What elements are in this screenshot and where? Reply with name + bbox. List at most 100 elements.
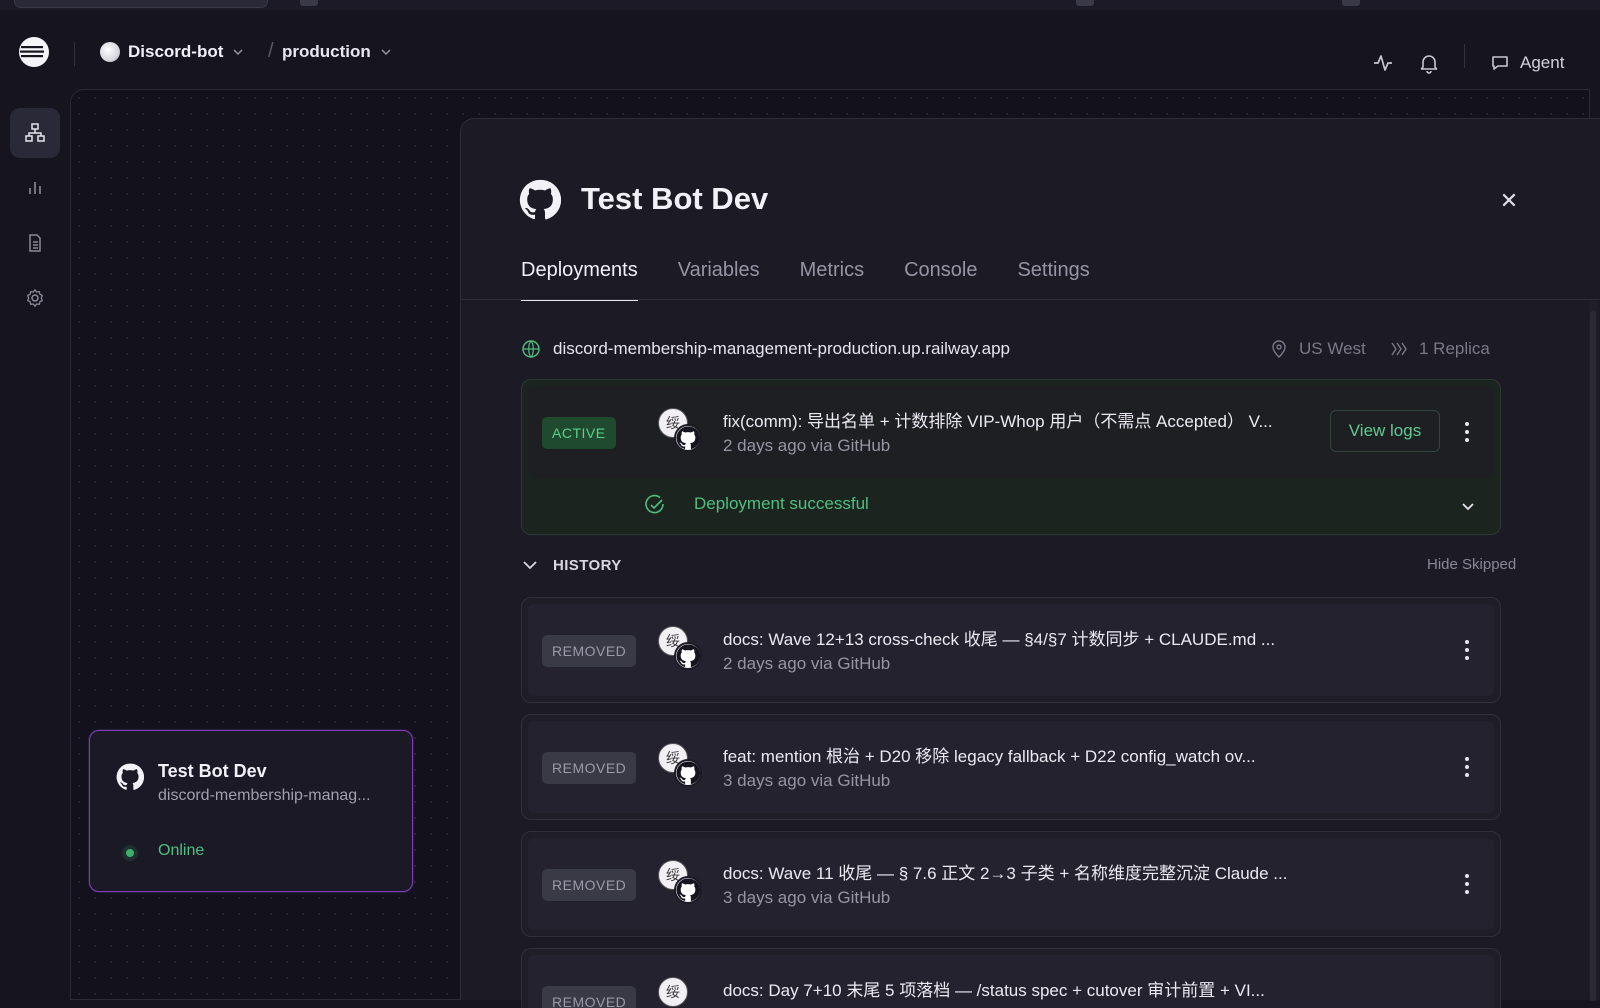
panel-tabs: Deployments Variables Metrics Console Se… xyxy=(521,253,1090,301)
tab-settings[interactable]: Settings xyxy=(1017,253,1089,301)
more-options-icon[interactable] xyxy=(1457,420,1477,444)
top-header: Discord-bot / production Agent xyxy=(0,12,1600,92)
scrollbar-thumb[interactable] xyxy=(1590,311,1596,1001)
tabs-divider xyxy=(461,299,1600,300)
author-avatar: 绥 xyxy=(658,860,704,906)
user-avatar: 绥 xyxy=(658,977,688,1007)
commit-message: docs: Wave 12+13 cross-check 收尾 — §4/§7 … xyxy=(723,630,1276,649)
close-icon[interactable]: ✕ xyxy=(1497,189,1521,213)
github-icon xyxy=(116,763,144,790)
rail-settings[interactable] xyxy=(10,273,60,323)
more-options-icon[interactable] xyxy=(1457,872,1477,896)
chevron-down-icon xyxy=(233,49,243,56)
active-badge: ACTIVE xyxy=(542,417,616,449)
railway-logo-icon[interactable] xyxy=(18,36,50,68)
github-icon xyxy=(519,179,561,220)
deployment-status-row[interactable]: Deployment successful xyxy=(528,484,1494,528)
bar-chart-icon xyxy=(29,182,41,194)
agent-label: Agent xyxy=(1520,53,1565,72)
history-deployment-card[interactable]: REMOVED 绥 feat: mention 根治 + D20 移除 lega… xyxy=(521,714,1501,820)
service-status: Online xyxy=(158,842,205,859)
tab-deployments[interactable]: Deployments xyxy=(521,253,638,301)
commit-message: feat: mention 根治 + D20 移除 legacy fallbac… xyxy=(723,747,1256,766)
github-avatar-icon xyxy=(674,642,702,670)
chevron-down-icon xyxy=(381,49,391,56)
history-label: HISTORY xyxy=(553,556,622,574)
removed-badge: REMOVED xyxy=(542,635,637,667)
rail-metrics[interactable] xyxy=(10,163,60,213)
replica-label: 1 Replica xyxy=(1419,339,1490,358)
active-deployment-card[interactable]: ACTIVE 绥 fix(comm): 导出名单 + 计数排除 VIP-Whop… xyxy=(521,379,1501,535)
architecture-icon xyxy=(25,123,45,142)
commit-meta: 2 days ago via GitHub xyxy=(723,436,891,455)
commit-message: docs: Day 7+10 末尾 5 项落档 — /status spec +… xyxy=(723,981,1265,1000)
tab-console[interactable]: Console xyxy=(904,253,977,301)
commit-message: docs: Wave 11 收尾 — § 7.6 正文 2→3 子类 + 名称维… xyxy=(723,864,1288,883)
panel-title: Test Bot Dev xyxy=(581,181,769,216)
bell-icon[interactable] xyxy=(1418,52,1440,74)
tab-icon xyxy=(1076,0,1094,6)
service-title: Test Bot Dev xyxy=(158,761,267,781)
removed-badge: REMOVED xyxy=(542,752,637,784)
author-avatar: 绥 xyxy=(658,408,704,454)
breadcrumb-separator: / xyxy=(268,40,274,62)
browser-tab[interactable] xyxy=(14,0,268,8)
commit-meta: 3 days ago via GitHub xyxy=(723,888,891,907)
tab-metrics[interactable]: Metrics xyxy=(800,253,864,301)
region-info: US West xyxy=(1269,337,1366,361)
tab-icon xyxy=(1342,0,1360,6)
project-name: Discord-bot xyxy=(128,42,224,61)
history-deployment-card[interactable]: REMOVED 绥 docs: Wave 12+13 cross-check 收… xyxy=(521,597,1501,703)
view-logs-button[interactable]: View logs xyxy=(1330,410,1440,452)
tab-variables[interactable]: Variables xyxy=(678,253,760,301)
service-url-link[interactable]: discord-membership-management-production… xyxy=(553,339,1010,359)
history-deployment-card[interactable]: 绥 REMOVED docs: Day 7+10 末尾 5 项落档 — /sta… xyxy=(521,948,1501,1008)
left-rail xyxy=(0,100,70,1000)
removed-badge: REMOVED xyxy=(542,986,637,1008)
github-avatar-icon xyxy=(674,876,702,904)
author-avatar: 绥 xyxy=(658,743,704,789)
commit-meta: 3 days ago via GitHub xyxy=(723,771,891,790)
chevron-down-icon xyxy=(523,561,537,570)
chevron-down-icon[interactable] xyxy=(1460,498,1476,514)
activity-icon[interactable] xyxy=(1372,52,1394,74)
agent-button[interactable]: Agent xyxy=(1490,48,1564,78)
commit-meta: 2 days ago via GitHub xyxy=(723,654,891,673)
service-url-row: discord-membership-management-production… xyxy=(521,337,1010,361)
location-pin-icon xyxy=(1272,340,1286,358)
more-options-icon[interactable] xyxy=(1457,755,1477,779)
replica-info: 1 Replica xyxy=(1389,337,1490,361)
environment-name: production xyxy=(282,42,371,61)
status-dot xyxy=(126,849,134,857)
header-divider xyxy=(1464,44,1465,68)
service-detail-panel: Test Bot Dev ✕ Deployments Variables Met… xyxy=(460,118,1600,1008)
project-icon xyxy=(100,42,120,62)
rail-logs[interactable] xyxy=(10,218,60,268)
hide-skipped-toggle[interactable]: Hide Skipped xyxy=(1427,556,1516,573)
github-avatar-icon xyxy=(674,424,702,452)
gear-icon xyxy=(27,289,43,307)
check-circle-icon xyxy=(645,494,664,514)
history-toggle[interactable]: HISTORY xyxy=(521,553,622,577)
service-subtitle: discord-membership-manag... xyxy=(158,787,371,804)
window-top-strip xyxy=(0,0,1600,10)
globe-icon xyxy=(522,340,540,358)
github-avatar-icon xyxy=(674,759,702,787)
panel-scrollbar[interactable] xyxy=(1589,301,1597,1001)
project-selector[interactable]: Discord-bot xyxy=(100,38,245,66)
history-deployment-card[interactable]: REMOVED 绥 docs: Wave 11 收尾 — § 7.6 正文 2→… xyxy=(521,831,1501,937)
commit-message: fix(comm): 导出名单 + 计数排除 VIP-Whop 用户（不需点 A… xyxy=(723,412,1273,431)
tab-icon xyxy=(300,0,318,6)
deployment-status: Deployment successful xyxy=(694,494,869,513)
service-card[interactable]: Test Bot Dev discord-membership-manag...… xyxy=(89,730,413,892)
author-avatar: 绥 xyxy=(658,626,704,672)
region-label: US West xyxy=(1299,339,1366,358)
document-icon xyxy=(29,234,41,252)
chat-icon xyxy=(1492,56,1508,70)
environment-selector[interactable]: production xyxy=(282,38,393,66)
removed-badge: REMOVED xyxy=(542,869,637,901)
replicas-icon xyxy=(1391,342,1407,356)
rail-architecture[interactable] xyxy=(10,108,60,158)
header-divider xyxy=(74,42,75,66)
more-options-icon[interactable] xyxy=(1457,638,1477,662)
